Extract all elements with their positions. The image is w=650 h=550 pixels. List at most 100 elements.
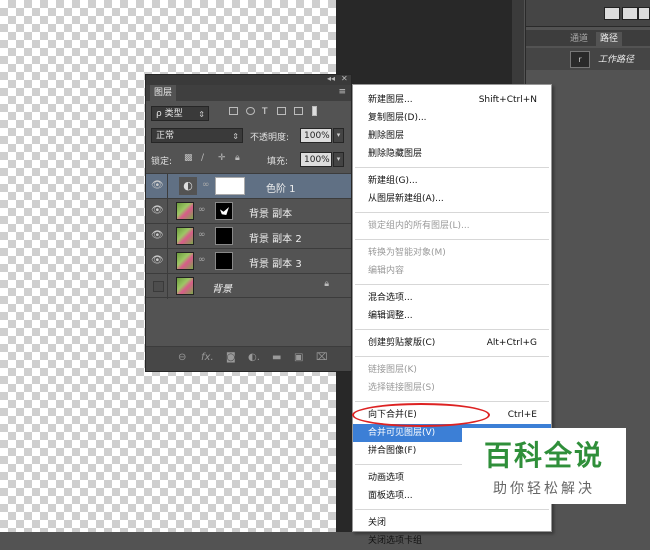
watermark-subtitle: 助你轻松解决 — [493, 481, 595, 497]
panel-titlebar[interactable]: ◂◂ ✕ — [146, 74, 351, 85]
visibility-eye-icon[interactable]: 👁︎ — [151, 255, 164, 267]
mask-link-icon[interactable]: ∞ — [198, 205, 206, 215]
path-row[interactable]: r 工作路径 — [526, 48, 650, 70]
layer-mask-thumbnail[interactable] — [215, 227, 233, 245]
tab-channels[interactable]: 通道 — [566, 32, 592, 46]
layer-row[interactable]: 背景 🔒︎ — [146, 273, 351, 299]
folder-icon[interactable]: ▬ — [272, 352, 281, 363]
menu-item[interactable]: 编辑调整... — [353, 307, 551, 325]
layer-row[interactable]: 👁︎ ∞ 背景 副本 3 — [146, 248, 351, 274]
filter-toggle-icon[interactable] — [312, 106, 317, 116]
layer-name: 色阶 1 — [266, 184, 296, 195]
lock-row: 锁定: ▩ ∕ ✛ 🔒︎ 填充: 100% ▾ — [146, 149, 351, 171]
menu-item[interactable]: 混合选项... — [353, 289, 551, 307]
layer-row[interactable]: 👁︎ ◐ ∞ 色阶 1 — [146, 173, 351, 199]
tab-layers[interactable]: 图层 — [150, 85, 177, 101]
trash-icon[interactable]: ⌧ — [316, 352, 328, 363]
visibility-eye-icon[interactable]: 👁︎ — [151, 230, 164, 242]
fill-field[interactable]: 100% — [300, 152, 332, 167]
layer-name: 背景 副本 2 — [249, 234, 302, 245]
menu-item[interactable]: 从图层新建组(A)... — [353, 190, 551, 208]
opacity-slider-toggle[interactable]: ▾ — [333, 128, 344, 143]
menu-item-label: 混合选项... — [368, 293, 413, 303]
layer-row[interactable]: 👁︎ ∞ 背景 副本 2 — [146, 223, 351, 249]
mask-link-icon[interactable]: ∞ — [198, 230, 206, 240]
dropdown-arrow-icon: ⇕ — [232, 132, 239, 141]
mask-icon[interactable]: ◙ — [226, 352, 236, 363]
menu-separator — [355, 509, 549, 510]
layer-mask-thumbnail[interactable] — [215, 252, 233, 270]
menu-item[interactable]: 关闭选项卡组 — [353, 532, 551, 550]
path-name: 工作路径 — [598, 55, 635, 65]
panel-dock-header — [526, 0, 650, 27]
new-layer-icon[interactable]: ▣ — [294, 352, 303, 363]
menu-item-label: 拼合图像(F) — [368, 446, 417, 456]
menu-item-label: 编辑调整... — [368, 311, 413, 321]
panel-menu-icon[interactable]: ≡ — [338, 87, 346, 97]
layer-thumbnail — [176, 252, 194, 270]
lock-image-icon[interactable]: ∕ — [201, 153, 204, 163]
watermark: 百科全说 助你轻松解决 — [462, 428, 626, 504]
menu-item[interactable]: 链接图层(K) — [353, 361, 551, 379]
row-separator — [167, 174, 168, 199]
lock-transparent-icon[interactable]: ▩ — [184, 153, 193, 163]
collapse-icon[interactable]: ◂◂ — [327, 74, 335, 83]
layer-row[interactable]: 👁︎ ∞ 背景 副本 — [146, 198, 351, 224]
levels-adjustment-icon: ◐ — [179, 177, 197, 195]
menu-item[interactable]: 关闭 — [353, 514, 551, 532]
menu-item[interactable]: 新建组(G)... — [353, 172, 551, 190]
lock-position-icon[interactable]: ✛ — [218, 153, 226, 163]
lock-all-icon[interactable]: 🔒︎ — [235, 153, 240, 163]
row-separator — [167, 274, 168, 299]
visibility-eye-icon[interactable]: 👁︎ — [151, 205, 164, 217]
mask-link-icon[interactable]: ∞ — [198, 255, 206, 265]
shape-filter-icon[interactable] — [277, 107, 286, 115]
panel-icon[interactable] — [622, 7, 638, 20]
type-filter-icon[interactable]: T — [262, 107, 268, 117]
layer-mask-thumbnail[interactable] — [215, 202, 233, 220]
filter-row: ρ 类型 ⇕ T — [146, 103, 351, 125]
smart-object-filter-icon[interactable] — [294, 107, 303, 115]
menu-item[interactable]: 删除隐藏图层 — [353, 145, 551, 163]
menu-item-label: 删除隐藏图层 — [368, 149, 423, 159]
menu-item[interactable]: 删除图层 — [353, 127, 551, 145]
panel-icon[interactable] — [638, 7, 650, 20]
fill-slider-toggle[interactable]: ▾ — [333, 152, 344, 167]
menu-separator — [355, 239, 549, 240]
layer-name: 背景 副本 3 — [249, 259, 302, 270]
row-separator — [167, 224, 168, 249]
menu-item[interactable]: 选择链接图层(S) — [353, 379, 551, 397]
menu-item[interactable]: 编辑内容 — [353, 262, 551, 280]
link-icon[interactable]: ⊖ — [178, 352, 186, 363]
menu-item-shortcut: Alt+Ctrl+G — [486, 338, 537, 348]
menu-item-label: 关闭 — [368, 518, 387, 528]
menu-separator — [355, 329, 549, 330]
menu-item[interactable]: 新建图层... Shift+Ctrl+N — [353, 91, 551, 109]
opacity-field[interactable]: 100% — [300, 128, 332, 143]
menu-item-label: 链接图层(K) — [368, 365, 417, 375]
adjustment-icon[interactable]: ◐. — [248, 352, 260, 363]
visibility-toggle-empty[interactable] — [153, 281, 164, 292]
menu-item[interactable]: 锁定组内的所有图层(L)... — [353, 217, 551, 235]
pixel-filter-icon[interactable] — [229, 107, 238, 115]
path-thumbnail: r — [570, 51, 590, 68]
layer-mask-thumbnail[interactable] — [215, 177, 245, 195]
filter-kind-dropdown[interactable]: ρ 类型 ⇕ — [151, 106, 209, 121]
close-icon[interactable]: ✕ — [341, 74, 348, 83]
visibility-eye-icon[interactable]: 👁︎ — [151, 180, 164, 192]
menu-item-label: 动画选项 — [368, 473, 405, 483]
blend-row: 正常 ⇕ 不透明度: 100% ▾ — [146, 125, 351, 147]
panel-icon[interactable] — [604, 7, 620, 20]
blend-mode-value: 正常 — [156, 131, 175, 141]
menu-item[interactable]: 创建剪贴蒙版(C) Alt+Ctrl+G — [353, 334, 551, 352]
menu-item[interactable]: 复制图层(D)... — [353, 109, 551, 127]
blend-mode-dropdown[interactable]: 正常 ⇕ — [151, 128, 243, 143]
layers-footer: ⊖ fx. ◙ ◐. ▬ ▣ ⌧ — [146, 346, 351, 371]
fx-icon[interactable]: fx. — [201, 352, 214, 363]
tab-paths[interactable]: 路径 — [596, 32, 623, 46]
mask-link-icon[interactable]: ∞ — [202, 180, 210, 190]
highlight-annotation-oval — [352, 403, 490, 427]
menu-item-label: 选择链接图层(S) — [368, 383, 435, 393]
adjustment-filter-icon[interactable] — [246, 107, 255, 115]
menu-item[interactable]: 转换为智能对象(M) — [353, 244, 551, 262]
